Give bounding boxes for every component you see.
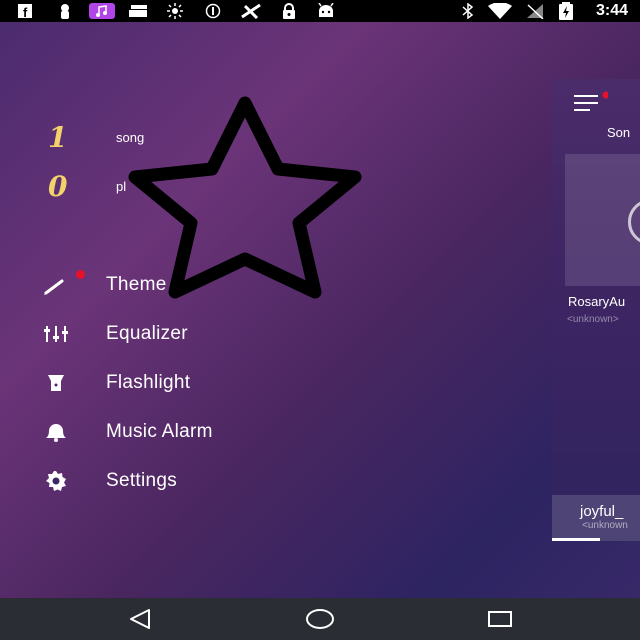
svg-text:f: f xyxy=(23,5,28,19)
menu-label-flashlight: Flashlight xyxy=(106,372,191,393)
brush-icon xyxy=(40,271,72,299)
mini-player-artist: <unknown xyxy=(582,520,628,531)
facebook-icon: f xyxy=(14,3,36,19)
menu-label-settings: Settings xyxy=(106,470,178,491)
hamburger-menu-icon[interactable] xyxy=(574,91,610,118)
system-nav-bar xyxy=(0,598,640,640)
menu-label-music-alarm: Music Alarm xyxy=(106,421,213,442)
bell-icon xyxy=(40,418,72,446)
cards-icon xyxy=(128,3,150,19)
satellite-icon xyxy=(238,3,264,19)
song-title: RosaryAu xyxy=(568,294,626,309)
home-icon[interactable] xyxy=(300,606,340,632)
main-screen-preview[interactable]: Son RosaryAu <unknown> joyful_ <unknown xyxy=(552,79,640,541)
menu-label-equalizer: Equalizer xyxy=(106,323,188,344)
mini-player-title: joyful_ xyxy=(580,503,624,520)
equalizer-icon xyxy=(40,320,72,348)
song-artist: <unknown> xyxy=(567,314,619,325)
battery-charging-icon xyxy=(556,2,576,20)
lock-icon xyxy=(280,3,298,19)
star-outline-icon[interactable] xyxy=(118,96,372,305)
songs-count-number: 1 xyxy=(48,121,68,154)
tab-songs[interactable]: Son xyxy=(607,125,630,140)
android-icon xyxy=(316,3,336,19)
menu-item-music-alarm[interactable]: Music Alarm xyxy=(40,417,213,447)
menu-item-flashlight[interactable]: Flashlight xyxy=(40,368,190,398)
flashlight-icon xyxy=(40,369,72,397)
music-note-icon xyxy=(88,3,116,19)
gear-icon xyxy=(40,467,72,495)
bluetooth-icon xyxy=(460,3,476,19)
wifi-icon xyxy=(486,3,514,19)
status-bar: f 3:44 xyxy=(0,0,640,22)
dnd-icon xyxy=(204,3,222,19)
bug-icon xyxy=(56,3,74,19)
menu-item-equalizer[interactable]: Equalizer xyxy=(40,319,188,349)
back-icon[interactable] xyxy=(120,606,160,632)
clock: 3:44 xyxy=(595,2,628,19)
playlists-count[interactable]: 0 pl xyxy=(48,170,126,203)
recents-icon[interactable] xyxy=(480,606,520,632)
signal-off-icon xyxy=(524,3,546,19)
mini-player[interactable]: joyful_ <unknown xyxy=(552,495,640,541)
menu-item-settings[interactable]: Settings xyxy=(40,466,177,496)
playback-progress-bar xyxy=(552,538,601,541)
playlists-count-number: 0 xyxy=(48,170,68,203)
sun-icon xyxy=(166,3,184,19)
theme-badge xyxy=(76,270,85,279)
